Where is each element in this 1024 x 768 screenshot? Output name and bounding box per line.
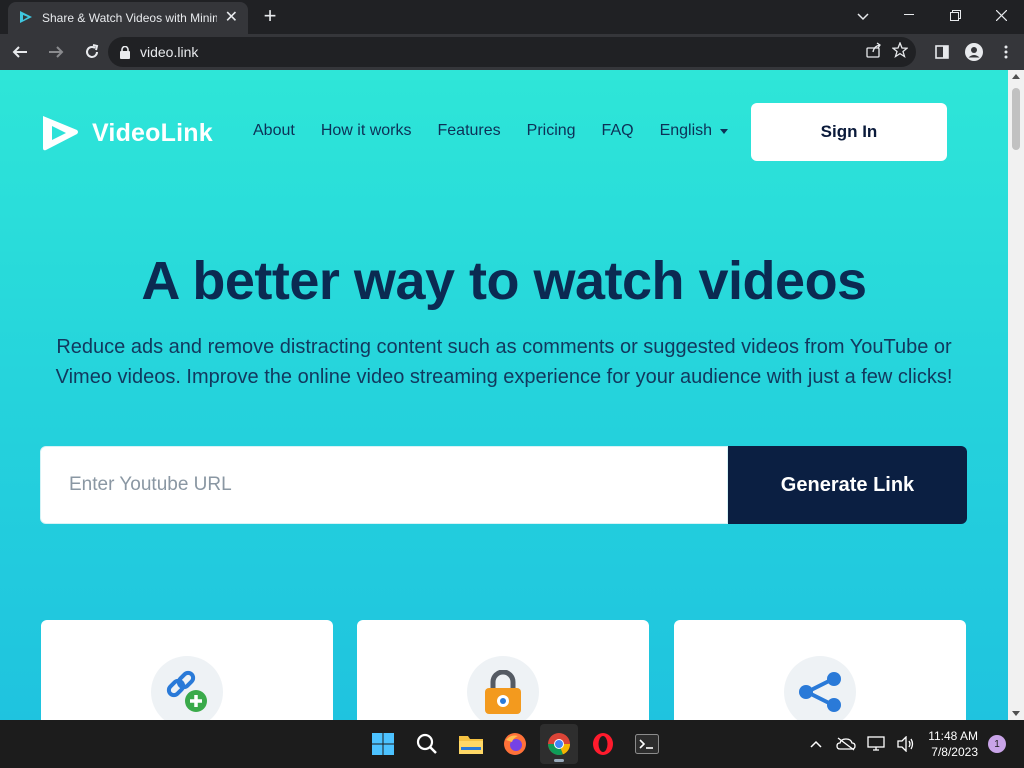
system-tray: 11:48 AM 7/8/2023 1: [798, 720, 1024, 768]
language-label: English: [659, 122, 713, 139]
address-bar[interactable]: video.link: [108, 37, 916, 67]
sign-in-button[interactable]: Sign In: [751, 103, 947, 161]
main-nav: About How it works Features Pricing FAQ …: [253, 122, 729, 140]
feature-card-share: [674, 620, 966, 720]
new-tab-button[interactable]: +: [259, 5, 281, 28]
browser-tabstrip: Share & Watch Videos with Minimal Distra…: [0, 0, 1024, 34]
language-dropdown[interactable]: English: [659, 122, 729, 140]
side-panel-icon[interactable]: [930, 40, 954, 64]
link-add-icon: [166, 670, 207, 712]
tab-title: Share & Watch Videos with Minimal Distra…: [42, 11, 217, 25]
share-page-icon[interactable]: [866, 41, 882, 63]
nav-about[interactable]: About: [253, 122, 295, 140]
reload-icon[interactable]: [76, 36, 108, 68]
feature-card-link: [41, 620, 333, 720]
restore-icon[interactable]: [932, 0, 978, 30]
back-icon[interactable]: [4, 36, 36, 68]
system-clock[interactable]: 11:48 AM 7/8/2023: [928, 728, 978, 760]
nav-pricing[interactable]: Pricing: [527, 122, 576, 140]
nav-how-it-works[interactable]: How it works: [321, 122, 412, 140]
opera-icon[interactable]: [584, 724, 622, 764]
minimize-icon[interactable]: [886, 0, 932, 30]
chrome-icon[interactable]: [540, 724, 578, 764]
scroll-thumb[interactable]: [1012, 88, 1020, 150]
clock-time: 11:48 AM: [928, 729, 978, 743]
share-icon: [799, 672, 841, 712]
tab-search-icon[interactable]: [852, 6, 874, 28]
page-viewport: VideoLink About How it works Features Pr…: [0, 70, 1008, 720]
hero-title: A better way to watch videos: [141, 251, 867, 311]
browser-toolbar: video.link: [0, 34, 1024, 70]
forward-icon[interactable]: [40, 36, 72, 68]
volume-icon[interactable]: [894, 732, 918, 756]
scroll-up-icon[interactable]: [1012, 74, 1020, 79]
card-icon-circle: [151, 656, 223, 720]
windows-taskbar: 11:48 AM 7/8/2023 1: [0, 720, 1024, 768]
firefox-icon[interactable]: [496, 724, 534, 764]
file-explorer-icon[interactable]: [452, 724, 490, 764]
taskbar-apps: [364, 724, 666, 764]
lock-icon: [485, 670, 521, 714]
videolink-favicon-icon: [18, 10, 34, 26]
windows-start-icon[interactable]: [364, 724, 402, 764]
tab-close-icon[interactable]: ✕: [225, 10, 238, 26]
network-icon[interactable]: [864, 732, 888, 756]
close-window-icon[interactable]: [978, 0, 1024, 30]
hero-subtitle: Reduce ads and remove distracting conten…: [55, 336, 953, 388]
search-icon[interactable]: [408, 724, 446, 764]
clock-date: 7/8/2023: [931, 745, 978, 759]
card-icon-circle: [467, 656, 539, 720]
lock-icon[interactable]: [120, 45, 130, 59]
bookmark-star-icon[interactable]: [891, 40, 909, 63]
window-controls: [886, 0, 1024, 34]
onedrive-offline-icon[interactable]: [834, 732, 858, 756]
caret-down-icon: [720, 128, 729, 134]
notification-badge[interactable]: 1: [988, 735, 1006, 753]
url-form: Generate Link: [40, 446, 967, 524]
browser-tab[interactable]: Share & Watch Videos with Minimal Distra…: [8, 2, 248, 34]
chevron-up-icon[interactable]: [804, 732, 828, 756]
page-scrollbar[interactable]: [1008, 70, 1024, 720]
nav-features[interactable]: Features: [438, 122, 501, 140]
scroll-down-icon[interactable]: [1012, 711, 1020, 716]
nav-faq[interactable]: FAQ: [602, 122, 634, 140]
logo-text: VideoLink: [92, 118, 213, 147]
profile-avatar-icon[interactable]: [962, 40, 986, 64]
feature-card-security: [357, 620, 649, 720]
browser-menu-icon[interactable]: [994, 40, 1018, 64]
youtube-url-input[interactable]: [40, 446, 728, 524]
videolink-logo-icon: [43, 116, 78, 151]
terminal-icon[interactable]: [628, 724, 666, 764]
site-logo[interactable]: VideoLink: [40, 114, 213, 152]
card-icon-circle: [784, 656, 856, 720]
url-text[interactable]: video.link: [140, 44, 198, 60]
generate-link-button[interactable]: Generate Link: [728, 446, 967, 524]
